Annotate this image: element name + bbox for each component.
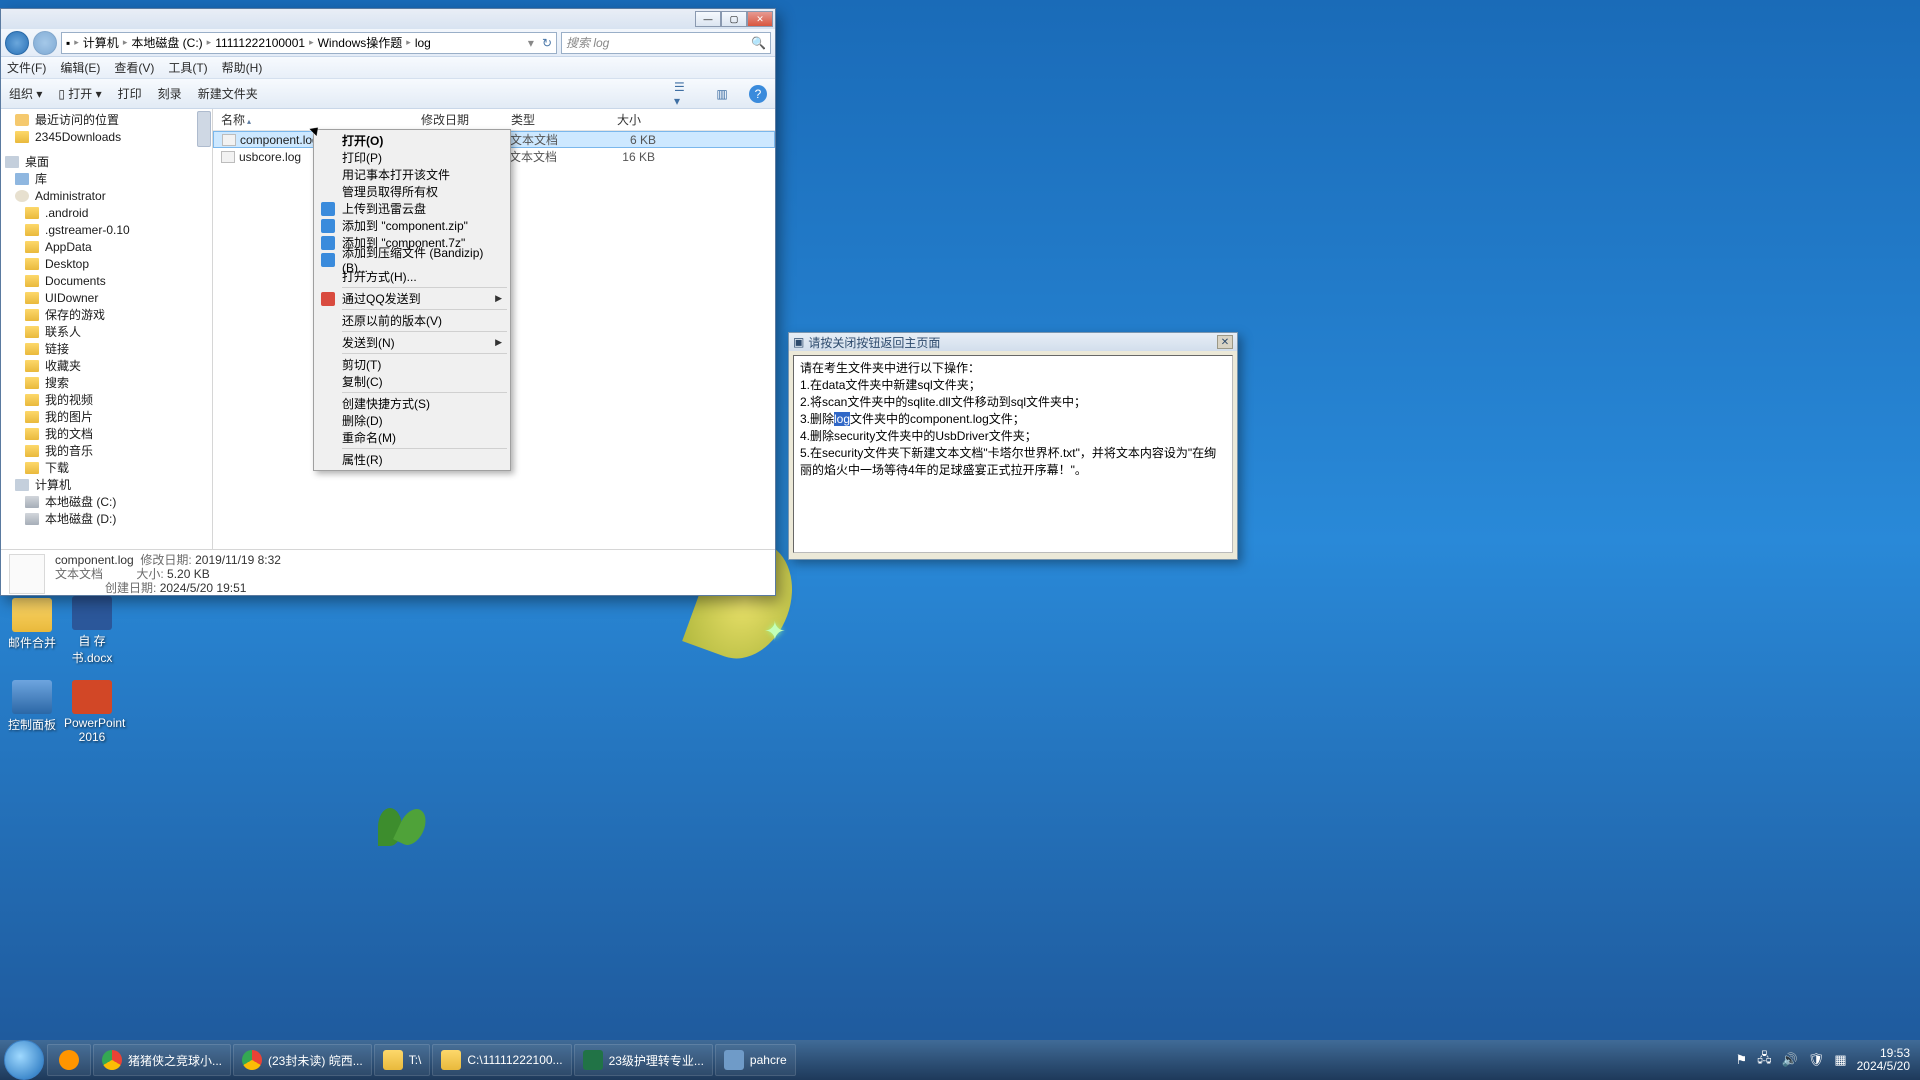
sidebar-folder[interactable]: 搜索: [1, 374, 212, 391]
preview-pane-icon[interactable]: ▥: [711, 83, 733, 105]
sidebar-folder[interactable]: 链接: [1, 340, 212, 357]
minimize-button[interactable]: —: [695, 11, 721, 27]
taskbar-excel[interactable]: 23级护理转专业...: [574, 1044, 713, 1076]
sidebar-folder[interactable]: 收藏夹: [1, 357, 212, 374]
context-menu-item[interactable]: 复制(C): [316, 373, 508, 390]
wallpaper-plant: [378, 808, 438, 848]
navigation-pane[interactable]: 最近访问的位置 2345Downloads 桌面 库 Administrator…: [1, 109, 213, 549]
tb-print[interactable]: 打印: [118, 85, 142, 102]
sidebar-folder[interactable]: .android: [1, 204, 212, 221]
context-menu-item[interactable]: 打印(P): [316, 149, 508, 166]
context-menu-item[interactable]: 通过QQ发送到▶: [316, 290, 508, 307]
taskbar-chrome-1[interactable]: 猪猪侠之竞球小...: [93, 1044, 231, 1076]
menu-edit[interactable]: 编辑(E): [60, 59, 100, 76]
tb-burn[interactable]: 刻录: [158, 85, 182, 102]
taskbar-explorer-t[interactable]: T:\: [374, 1044, 431, 1076]
taskbar-chrome-2[interactable]: (23封未读) 皖西...: [233, 1044, 372, 1076]
sidebar-folder[interactable]: 我的图片: [1, 408, 212, 425]
context-menu-item[interactable]: 删除(D): [316, 412, 508, 429]
context-menu-item[interactable]: 发送到(N)▶: [316, 334, 508, 351]
details-pane: component.log 修改日期: 2019/11/19 8:32 文本文档…: [1, 549, 775, 597]
menu-file[interactable]: 文件(F): [7, 59, 46, 76]
tray-network-icon[interactable]: 🖧: [1757, 1049, 1772, 1071]
menu-help[interactable]: 帮助(H): [222, 59, 263, 76]
system-tray[interactable]: ⚑ 🖧 🔊 🛡 ▦ 19:532024/5/20: [1735, 1047, 1916, 1073]
context-menu-item[interactable]: 打开(O): [316, 132, 508, 149]
sidebar-folder[interactable]: AppData: [1, 238, 212, 255]
instruction-window: ▣请按关闭按钮返回主页面 ✕ 请在考生文件夹中进行以下操作： 1.在data文件…: [788, 332, 1238, 560]
context-menu-item[interactable]: 还原以前的版本(V): [316, 312, 508, 329]
instruction-titlebar[interactable]: ▣请按关闭按钮返回主页面 ✕: [789, 333, 1237, 351]
sidebar-folder[interactable]: 我的音乐: [1, 442, 212, 459]
desktop-icon-mailmerge[interactable]: 邮件合并: [4, 598, 60, 651]
context-menu-item[interactable]: 添加到压缩文件 (Bandizip)(B)...: [316, 251, 508, 268]
close-button[interactable]: ✕: [747, 11, 773, 27]
titlebar[interactable]: — ▢ ✕: [1, 9, 775, 29]
context-menu-item[interactable]: 属性(R): [316, 451, 508, 468]
search-input[interactable]: 搜索 log🔍: [561, 32, 771, 54]
help-icon[interactable]: ?: [749, 85, 767, 103]
instruction-close-button[interactable]: ✕: [1217, 335, 1233, 349]
context-menu[interactable]: 打开(O)打印(P)用记事本打开该文件管理员取得所有权上传到迅雷云盘添加到 "c…: [313, 129, 511, 471]
context-menu-item[interactable]: 剪切(T): [316, 356, 508, 373]
sidebar-folder[interactable]: .gstreamer-0.10: [1, 221, 212, 238]
view-options-icon[interactable]: ☰ ▾: [673, 83, 695, 105]
address-bar: ▪ ▸计算机 ▸本地磁盘 (C:) ▸11111222100001 ▸Windo…: [1, 29, 775, 57]
tray-ime-icon[interactable]: ▦: [1834, 1052, 1846, 1068]
context-menu-item[interactable]: 管理员取得所有权: [316, 183, 508, 200]
tray-volume-icon[interactable]: 🔊: [1782, 1052, 1798, 1068]
toolbar: 组织 ▾ ▯ 打开 ▾ 打印 刻录 新建文件夹 ☰ ▾ ▥ ?: [1, 79, 775, 109]
tray-clock[interactable]: 19:532024/5/20: [1857, 1047, 1910, 1073]
sidebar-folder[interactable]: 我的视频: [1, 391, 212, 408]
start-button[interactable]: [4, 1040, 44, 1080]
context-menu-item[interactable]: 用记事本打开该文件: [316, 166, 508, 183]
menu-view[interactable]: 查看(V): [114, 59, 154, 76]
sidebar-folder[interactable]: 下载: [1, 459, 212, 476]
context-menu-item[interactable]: 创建快捷方式(S): [316, 395, 508, 412]
taskbar[interactable]: 猪猪侠之竞球小... (23封未读) 皖西... T:\ C:\11111222…: [0, 1040, 1920, 1080]
taskbar-app[interactable]: pahcre: [715, 1044, 796, 1076]
sidebar-folder[interactable]: 保存的游戏: [1, 306, 212, 323]
desktop-icon-controlpanel[interactable]: 控制面板: [4, 680, 60, 733]
taskbar-firefox[interactable]: [47, 1044, 91, 1076]
explorer-window: — ▢ ✕ ▪ ▸计算机 ▸本地磁盘 (C:) ▸11111222100001 …: [0, 8, 776, 596]
maximize-button[interactable]: ▢: [721, 11, 747, 27]
sidebar-folder[interactable]: Documents: [1, 272, 212, 289]
desktop-icon-powerpoint[interactable]: PowerPoint 2016: [64, 680, 120, 744]
taskbar-explorer-c[interactable]: C:\11111222100...: [432, 1044, 571, 1076]
menu-tools[interactable]: 工具(T): [168, 59, 207, 76]
search-icon: 🔍: [751, 36, 766, 50]
tray-flag-icon[interactable]: ⚑: [1735, 1052, 1747, 1068]
desktop-icon-docx[interactable]: 自 存 书.docx: [64, 596, 120, 666]
sidebar-folder[interactable]: UIDowner: [1, 289, 212, 306]
sidebar-folder[interactable]: Desktop: [1, 255, 212, 272]
sidebar-folder[interactable]: 我的文档: [1, 425, 212, 442]
breadcrumb[interactable]: ▪ ▸计算机 ▸本地磁盘 (C:) ▸11111222100001 ▸Windo…: [61, 32, 557, 54]
menubar[interactable]: 文件(F) 编辑(E) 查看(V) 工具(T) 帮助(H): [1, 57, 775, 79]
instruction-text[interactable]: 请在考生文件夹中进行以下操作： 1.在data文件夹中新建sql文件夹； 2.将…: [793, 355, 1233, 553]
column-headers[interactable]: 名称▴ 修改日期 类型 大小: [213, 109, 775, 131]
sidebar-scrollbar[interactable]: [197, 111, 211, 147]
context-menu-item[interactable]: 上传到迅雷云盘: [316, 200, 508, 217]
tray-shield-icon[interactable]: 🛡: [1808, 1052, 1825, 1068]
context-menu-item[interactable]: 打开方式(H)...: [316, 268, 508, 285]
context-menu-item[interactable]: 重命名(M): [316, 429, 508, 446]
nav-forward-button[interactable]: [33, 31, 57, 55]
context-menu-item[interactable]: 添加到 "component.zip": [316, 217, 508, 234]
tb-newfolder[interactable]: 新建文件夹: [198, 85, 258, 102]
file-thumbnail-icon: [9, 554, 45, 594]
wallpaper-sparkle: ✦: [764, 616, 786, 647]
nav-back-button[interactable]: [5, 31, 29, 55]
sidebar-folder[interactable]: 联系人: [1, 323, 212, 340]
tb-organize[interactable]: 组织 ▾: [9, 85, 42, 102]
